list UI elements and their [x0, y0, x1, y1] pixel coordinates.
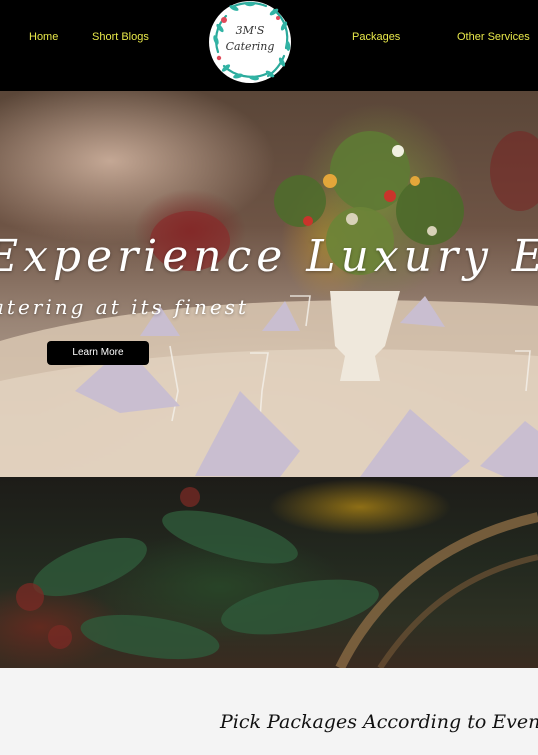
- floral-basket-image: [0, 477, 538, 668]
- nav-short-blogs-link[interactable]: Short Blogs: [92, 31, 149, 43]
- packages-section-title: Pick Packages According to Events: [220, 711, 538, 733]
- logo-line1: 3M'S: [236, 24, 265, 37]
- nav-packages-link[interactable]: Packages: [352, 31, 400, 43]
- floral-basket-decor: [16, 487, 538, 668]
- site-header: Home Short Blogs 3M'S Catering Packages …: [0, 0, 538, 91]
- banquet-table-image: [0, 131, 538, 477]
- hero-subtitle: atering at its finest: [0, 295, 249, 319]
- hero-banner: Experience Luxury Ev atering at its fine…: [0, 91, 538, 477]
- logo-line2: Catering: [226, 40, 275, 53]
- learn-more-button[interactable]: Learn More: [47, 341, 149, 365]
- floral-wreath-logo[interactable]: 3M'S Catering: [204, 0, 296, 88]
- nav-other-services-link[interactable]: Other Services: [457, 31, 530, 43]
- hero-title: Experience Luxury Ev: [0, 231, 538, 282]
- nav-home-link[interactable]: Home: [29, 31, 58, 43]
